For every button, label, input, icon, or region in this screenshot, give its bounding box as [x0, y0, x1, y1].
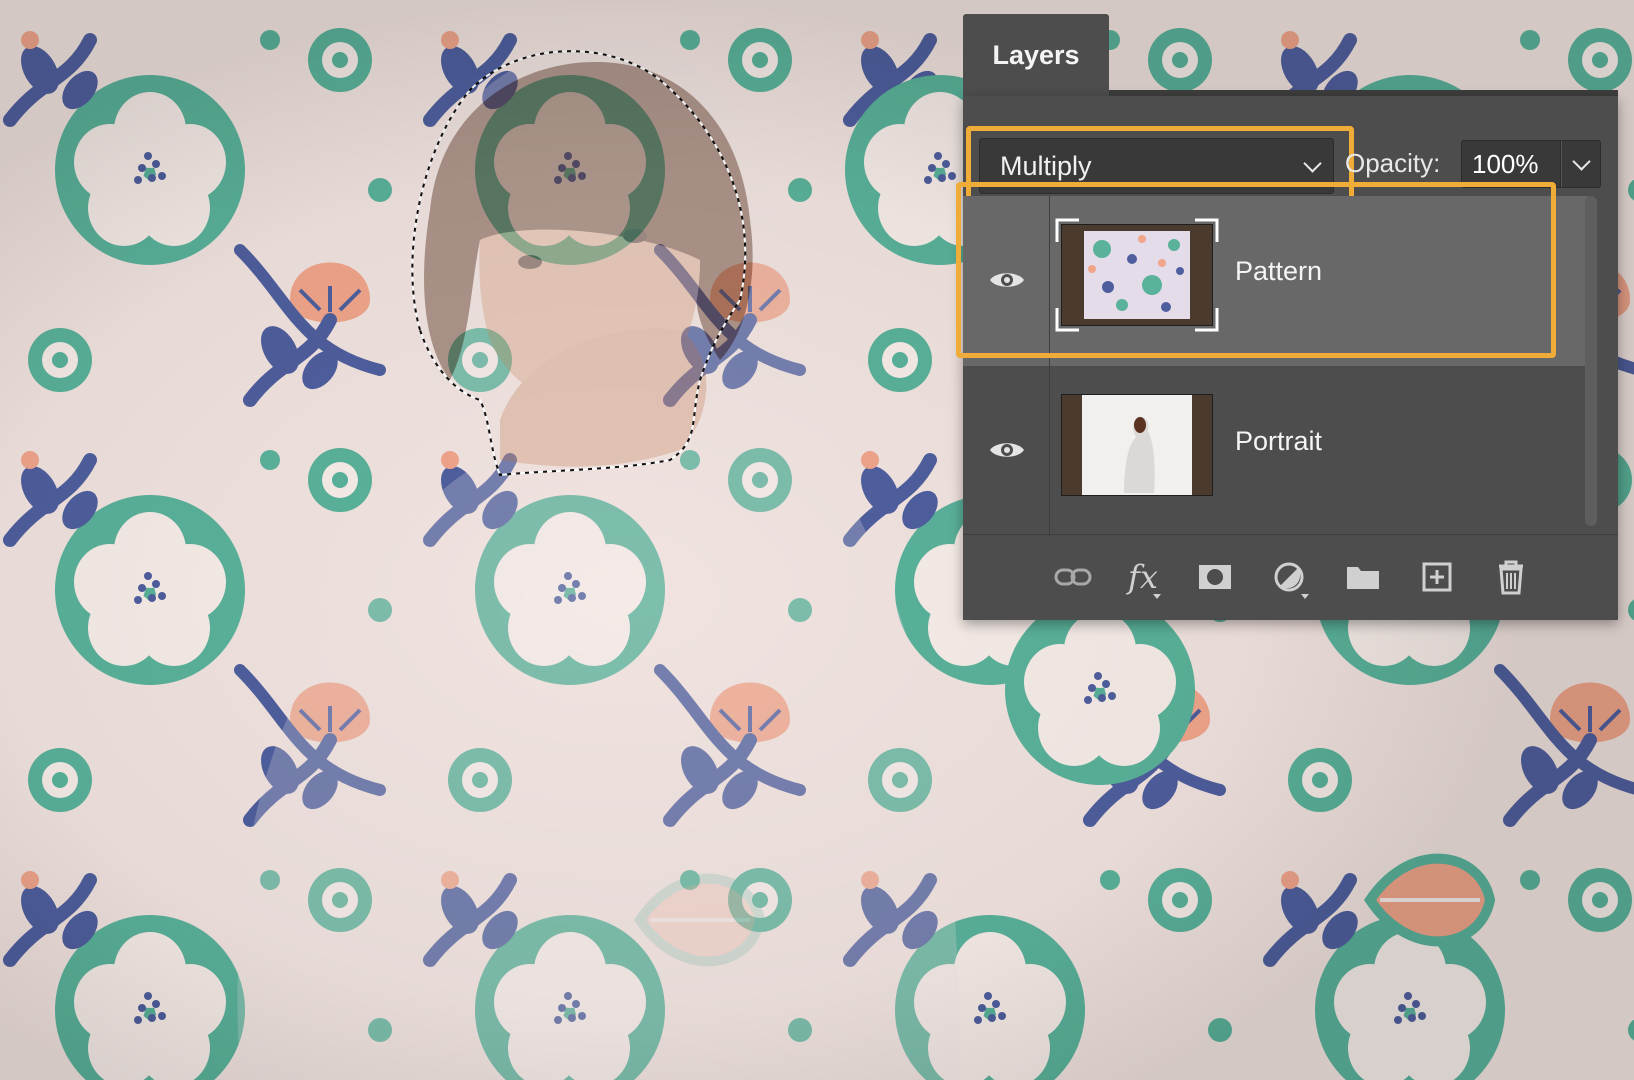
- eye-icon: [990, 443, 1024, 457]
- opacity-dropdown-button[interactable]: [1561, 140, 1601, 188]
- link-icon: [1054, 568, 1092, 586]
- layer-row-pattern[interactable]: Pattern: [963, 196, 1588, 366]
- new-layer-button[interactable]: [1407, 534, 1467, 620]
- layer-row-portrait[interactable]: Portrait: [963, 366, 1588, 536]
- submenu-arrow-icon: [1153, 594, 1161, 599]
- chevron-down-icon: [1303, 154, 1322, 173]
- adjustment-icon: [1274, 562, 1304, 592]
- opacity-input[interactable]: 100%: [1461, 140, 1561, 188]
- visibility-toggle[interactable]: [963, 366, 1050, 536]
- delete-layer-button[interactable]: [1481, 534, 1541, 620]
- mask-icon: [1199, 565, 1231, 589]
- add-mask-button[interactable]: [1185, 534, 1245, 620]
- link-layers-button[interactable]: [1043, 534, 1103, 620]
- new-group-button[interactable]: [1333, 534, 1393, 620]
- scrollbar-thumb[interactable]: [1585, 196, 1597, 526]
- chevron-down-icon: [1572, 152, 1591, 171]
- blend-mode-dropdown[interactable]: Multiply: [979, 138, 1334, 194]
- layer-name-pattern: Pattern: [1235, 256, 1323, 286]
- layer-thumbnail-portrait: [1061, 394, 1213, 496]
- layers-panel: Layers Multiply Opacity: 100% Pattern Po…: [956, 14, 1618, 620]
- trash-icon: [1499, 560, 1523, 595]
- layers-tab[interactable]: Layers: [963, 14, 1109, 96]
- layer-name-portrait: Portrait: [1235, 426, 1323, 456]
- layers-toolbar: fx: [963, 534, 1618, 620]
- blend-mode-value: Multiply: [1000, 151, 1092, 181]
- adjustment-layer-button[interactable]: [1259, 534, 1319, 620]
- layers-scrollbar[interactable]: [1581, 196, 1601, 526]
- fx-icon: fx: [1128, 558, 1158, 596]
- layers-tab-label: Layers: [992, 39, 1080, 70]
- visibility-toggle[interactable]: [963, 196, 1050, 366]
- layers-panel-body: Multiply Opacity: 100% Pattern Portrait …: [956, 96, 1618, 620]
- new-layer-icon: [1422, 562, 1452, 592]
- eye-icon: [990, 273, 1024, 287]
- layer-style-button[interactable]: fx: [1113, 534, 1173, 620]
- layer-thumbnail-pattern: [1061, 224, 1213, 326]
- submenu-arrow-icon: [1301, 594, 1309, 599]
- opacity-label: Opacity:: [1345, 148, 1441, 178]
- folder-icon: [1347, 567, 1379, 589]
